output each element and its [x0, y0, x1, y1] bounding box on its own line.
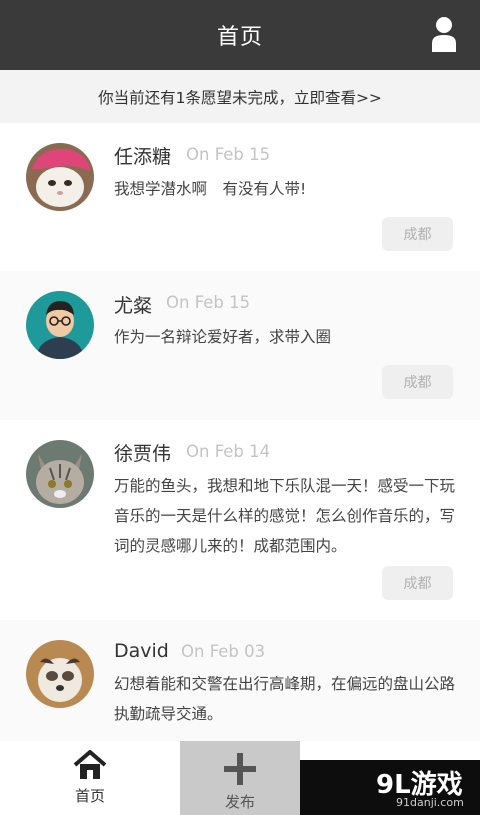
tab-home[interactable]: 首页: [40, 749, 140, 815]
home-icon: [73, 750, 107, 779]
tab-home-label: 首页: [74, 787, 105, 805]
city-badge[interactable]: 成都: [382, 217, 453, 251]
tab-publish-label: 发布: [224, 793, 255, 811]
post-card[interactable]: 任添糖 On Feb 15 我想学潜水啊 有没有人带! 成都: [0, 123, 480, 271]
tabby-cat-avatar[interactable]: [26, 440, 94, 508]
post-date: On Feb 03: [181, 642, 266, 661]
author-name[interactable]: David: [114, 640, 169, 662]
plus-icon: [224, 753, 256, 785]
author-name[interactable]: 徐贾伟: [114, 439, 171, 466]
post-card[interactable]: 尤粲 On Feb 15 作为一名辩论爱好者，求带入圈 成都: [0, 271, 480, 420]
tab-publish[interactable]: 发布: [180, 741, 300, 815]
post-date: On Feb 15: [166, 293, 251, 312]
author-name[interactable]: 任添糖: [114, 142, 171, 169]
post-content: 我想学潜水啊 有没有人带!: [114, 180, 307, 198]
app-header: 首页: [0, 0, 480, 70]
author-name[interactable]: 尤粲: [114, 291, 152, 318]
notice-text: 你当前还有1条愿望未完成，立即查看>>: [98, 88, 382, 107]
post-card[interactable]: David On Feb 03 幻想着能和交警在出行高峰期，在偏远的盘山公路执勤…: [0, 620, 480, 741]
user-icon[interactable]: [430, 16, 458, 52]
city-badge[interactable]: 成都: [382, 566, 453, 600]
post-content: 万能的鱼头，我想和地下乐队混一天！感受一下玩音乐的一天是什么样的感觉！怎么创作音…: [114, 477, 456, 555]
pending-wish-notice[interactable]: 你当前还有1条愿望未完成，立即查看>>: [0, 70, 480, 123]
dog-avatar[interactable]: [26, 640, 94, 708]
wish-feed[interactable]: 任添糖 On Feb 15 我想学潜水啊 有没有人带! 成都 尤粲 On Feb…: [0, 123, 480, 741]
city-badge[interactable]: 成都: [382, 365, 453, 399]
post-content: 幻想着能和交警在出行高峰期，在偏远的盘山公路执勤疏导交通。: [114, 675, 456, 723]
post-date: On Feb 14: [186, 442, 271, 461]
watermark-url: 91danji.com: [396, 796, 464, 809]
page-title: 首页: [216, 25, 263, 50]
post-content: 作为一名辩论爱好者，求带入圈: [114, 328, 332, 346]
pink-hat-cat-avatar[interactable]: [26, 143, 94, 211]
post-card[interactable]: 徐贾伟 On Feb 14 万能的鱼头，我想和地下乐队混一天！感受一下玩音乐的一…: [0, 420, 480, 620]
cartoon-man-avatar[interactable]: [26, 291, 94, 359]
post-date: On Feb 15: [186, 145, 271, 164]
